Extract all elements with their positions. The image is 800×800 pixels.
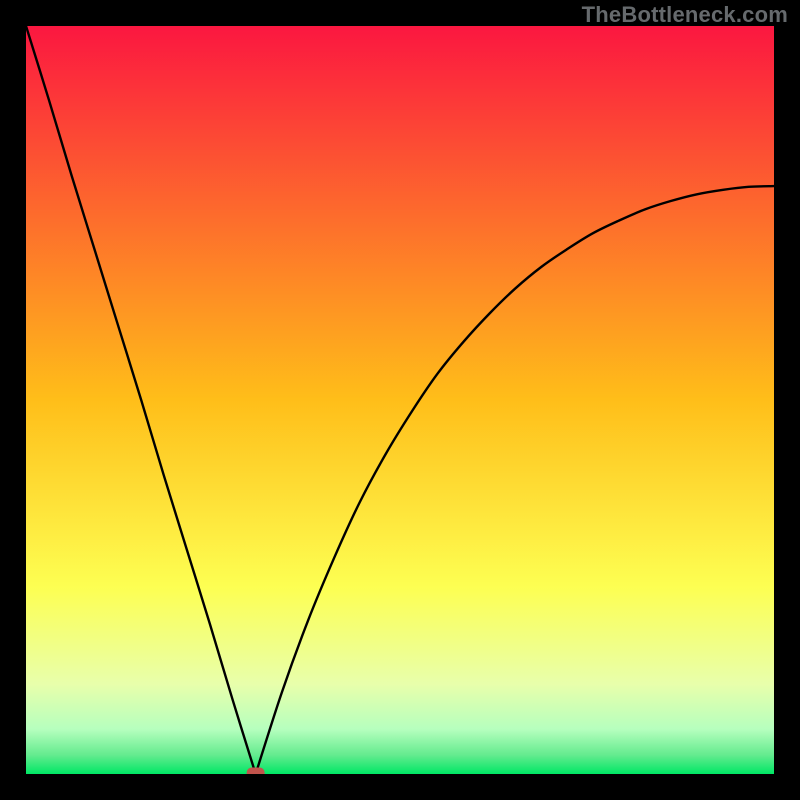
gradient-background [26,26,774,774]
plot-area [26,26,774,774]
minimum-marker [247,768,265,775]
chart-frame: TheBottleneck.com [0,0,800,800]
watermark-text: TheBottleneck.com [582,2,788,28]
chart-svg [26,26,774,774]
